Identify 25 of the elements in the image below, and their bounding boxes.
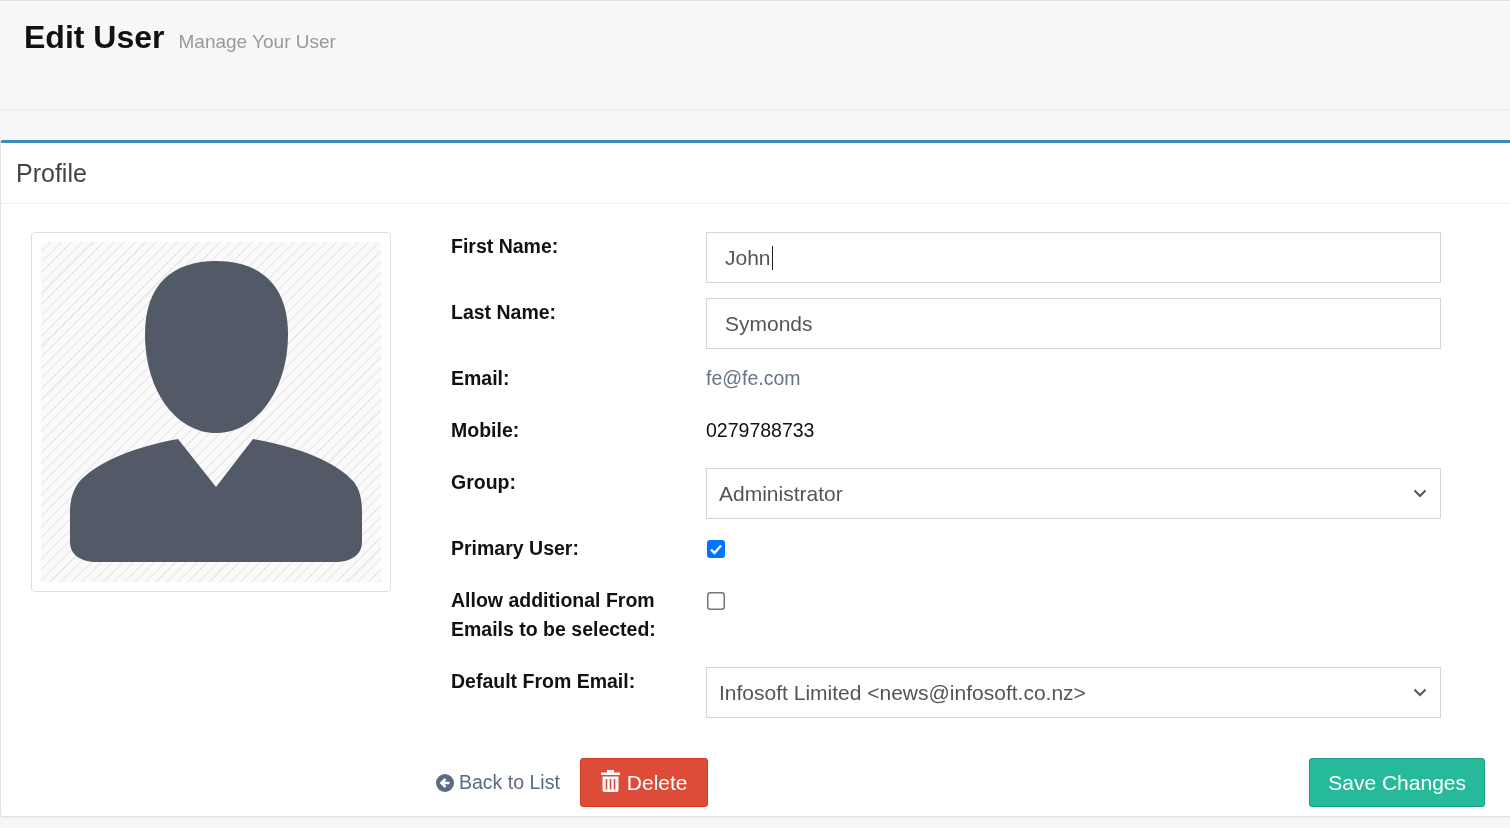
panel-title: Profile	[16, 158, 87, 188]
delete-button[interactable]: Delete	[579, 758, 708, 807]
field-value: 0279788733	[706, 418, 815, 443]
field-label: Group:	[451, 470, 517, 495]
field-label: First Name:	[451, 234, 560, 259]
dropdown[interactable]: Infosoft Limited <news@infosoft.co.nz>	[706, 667, 1441, 718]
arrow-circle-left-icon	[436, 773, 454, 792]
text-input[interactable]: John	[706, 232, 1441, 283]
back-link[interactable]: Back to List	[436, 771, 560, 794]
dropdown[interactable]: Administrator	[706, 468, 1441, 519]
page-subtitle: Manage Your User	[178, 31, 336, 53]
field-value: fe@fe.com	[706, 366, 801, 391]
field-label: Mobile:	[451, 418, 521, 443]
field-label: Primary User:	[451, 536, 580, 561]
field-label: Last Name:	[451, 300, 558, 325]
checkbox[interactable]	[707, 540, 725, 558]
text-input[interactable]: Symonds	[706, 298, 1441, 349]
field-label: Default From Email:	[451, 669, 637, 694]
page-title: Edit User	[24, 18, 165, 57]
checkbox[interactable]	[707, 592, 725, 610]
chevron-down-icon	[1413, 489, 1427, 498]
chevron-down-icon	[1413, 688, 1427, 697]
field-label: Email:	[451, 366, 511, 391]
trash-icon	[600, 769, 620, 792]
field-label: Allow additional From Emails to be selected:	[451, 588, 657, 642]
